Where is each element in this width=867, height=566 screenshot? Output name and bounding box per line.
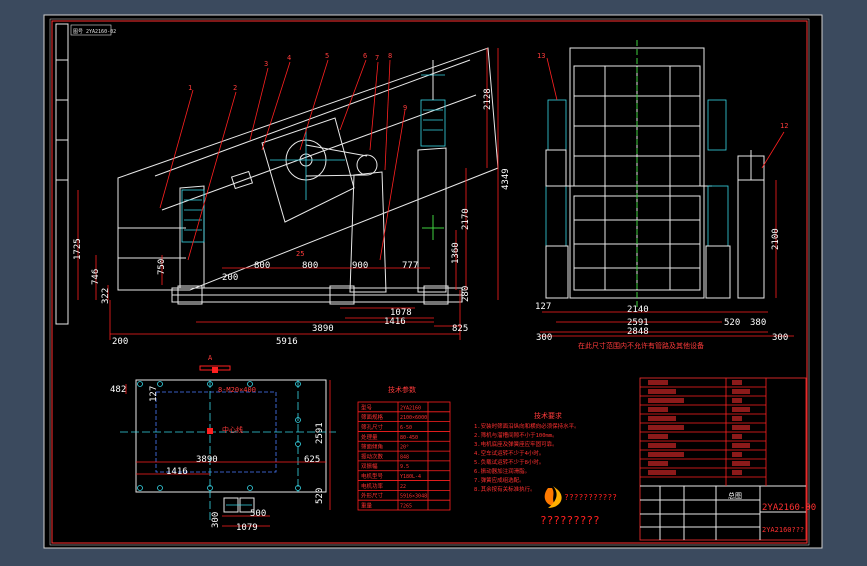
svg-text:520: 520 [315,488,325,504]
corner-tag: 图号 2YA2160-02 [73,29,116,35]
svg-text:2128: 2128 [483,88,493,110]
svg-text:322: 322 [101,288,111,304]
note-line: 2.筛机与溜槽间隙不小于100mm。 [474,431,558,439]
note-line: 7.弹簧应成组选配。 [474,476,525,484]
svg-text:3: 3 [264,60,268,68]
cad-drawing-viewport[interactable]: 图号 2YA2160-02 1 2 3 4 5 6 7 8 9 13 12 21… [0,0,867,562]
svg-text:3890: 3890 [312,324,334,334]
param-label: 外形尺寸 [361,492,384,500]
svg-text:800: 800 [254,261,270,271]
svg-text:300: 300 [211,512,221,528]
param-value: 80-450 [400,435,418,441]
svg-text:625: 625 [304,455,320,465]
svg-text:1: 1 [188,84,192,92]
svg-text:9: 9 [403,104,407,112]
note-line: 1.安装时筛面沿纵向和横向必须保持水平。 [474,422,580,430]
svg-text:中心线: 中心线 [222,425,243,434]
svg-text:2591: 2591 [315,422,325,444]
drawing-number: 2YA2160-00 [762,503,816,513]
svg-text:在此尺寸范围内不允许有管路及其他设备: 在此尺寸范围内不允许有管路及其他设备 [578,341,704,350]
param-label: 筛面倾角 [361,443,383,451]
svg-text:746: 746 [91,269,101,285]
param-value: 2YA2160 [400,405,421,411]
svg-text:777: 777 [402,261,418,271]
param-label: 电机型号 [361,472,384,480]
svg-text:12: 12 [780,122,788,130]
svg-text:13: 13 [537,52,545,60]
param-value: 5916×3048 [400,494,427,500]
note-line: 8.其余按有关标准执行。 [474,485,536,493]
svg-text:482: 482 [110,385,126,395]
svg-text:4: 4 [287,54,291,62]
svg-text:500: 500 [250,509,266,519]
svg-text:6: 6 [363,52,367,60]
svg-text:300: 300 [536,333,552,343]
param-label: 双振幅 [361,462,378,470]
svg-text:1416: 1416 [166,467,188,477]
svg-text:技术参数: 技术参数 [388,385,416,394]
param-value: 7265 [400,504,412,510]
svg-text:3890: 3890 [196,455,218,465]
svg-text:8: 8 [388,52,392,60]
svg-text:2170: 2170 [461,208,471,230]
svg-text:8-M20×400: 8-M20×400 [218,386,256,394]
company-text: ????????? [540,514,600,527]
svg-text:5: 5 [325,52,329,60]
svg-text:2: 2 [233,84,237,92]
param-value: 2100×6000 [400,415,427,421]
note-line: 6.振动器加注润滑脂。 [474,467,530,475]
param-label: 处理量 [361,433,378,441]
param-label: 型号 [361,403,373,411]
param-label: 筛孔尺寸 [361,423,384,431]
param-value: Y180L-4 [400,474,421,480]
param-label: 重量 [361,502,373,510]
svg-text:200: 200 [222,273,238,283]
svg-text:380: 380 [750,318,766,328]
title-block-name: 总图 [728,491,742,500]
note-line: 4.空车试运转不少于4小时。 [474,449,544,457]
svg-text:1725: 1725 [73,238,83,260]
svg-text:127: 127 [149,386,159,402]
param-value: 22 [400,484,406,490]
svg-text:25: 25 [296,250,304,258]
svg-text:技术要求: 技术要求 [534,411,562,420]
svg-text:825: 825 [452,324,468,334]
svg-text:280: 280 [461,286,471,302]
svg-text:520: 520 [724,318,740,328]
param-value: 9.5 [400,464,409,470]
svg-text:2848: 2848 [627,327,649,337]
svg-text:2100: 2100 [771,228,781,250]
drawing-number-2: 2YA2160??? [762,526,804,534]
param-value: 20° [400,445,409,451]
note-line: 5.负载试运转不少于8小时。 [474,458,544,466]
svg-text:300: 300 [772,333,788,343]
svg-text:7: 7 [375,54,379,62]
svg-text:800: 800 [302,261,318,271]
svg-text:4349: 4349 [501,168,511,190]
svg-text:200: 200 [112,337,128,347]
svg-text:1416: 1416 [384,317,406,327]
svg-text:2140: 2140 [627,305,649,315]
param-label: 筛面规格 [361,413,384,421]
svg-text:5916: 5916 [276,337,298,347]
svg-text:1079: 1079 [236,523,258,533]
param-label: 振动次数 [361,452,384,460]
param-value: 6-50 [400,425,412,431]
svg-text:900: 900 [352,261,368,271]
param-label: 电机功率 [361,482,384,490]
svg-text:750: 750 [157,259,167,275]
logo-text: ??????????? [564,493,617,502]
svg-text:1360: 1360 [451,242,461,264]
param-value: 848 [400,454,409,460]
drawing-canvas[interactable]: 图号 2YA2160-02 1 2 3 4 5 6 7 8 9 13 12 21… [0,0,867,562]
svg-text:127: 127 [535,302,551,312]
note-line: 3.电机底座及弹簧座应牢固可靠。 [474,440,558,448]
